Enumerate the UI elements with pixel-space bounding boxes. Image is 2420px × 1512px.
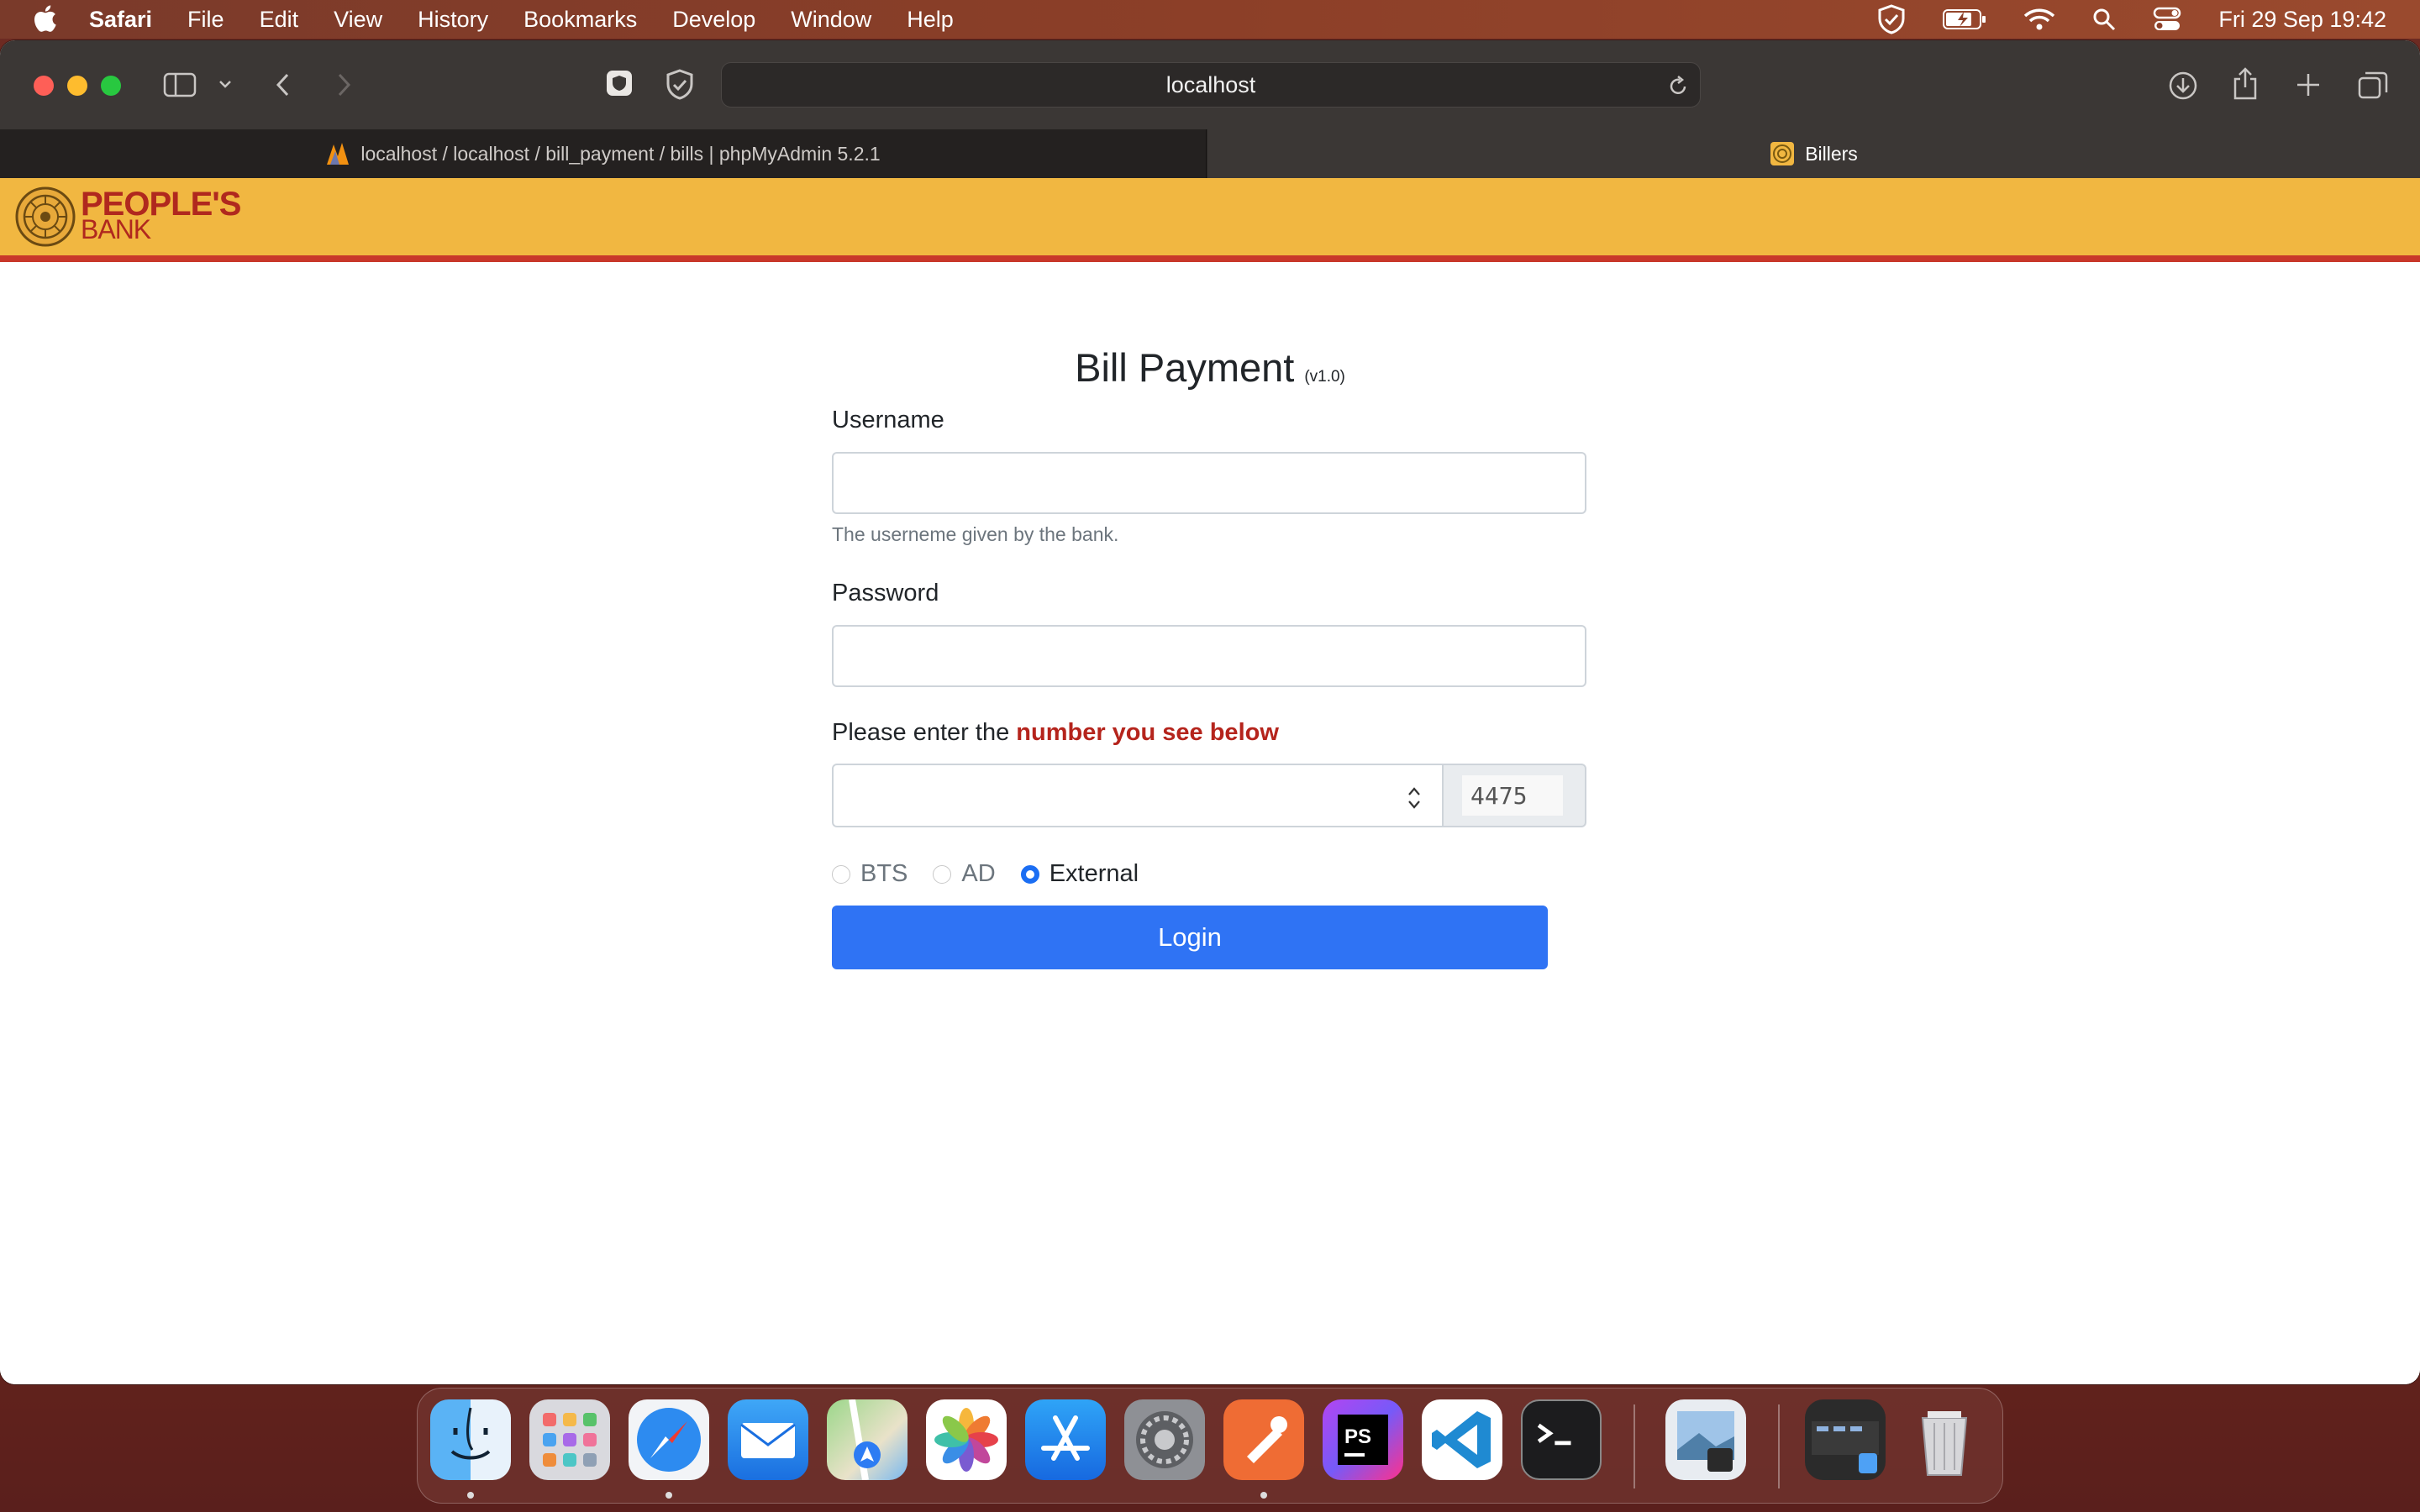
menu-develop[interactable]: Develop <box>672 0 755 39</box>
menu-history[interactable]: History <box>418 0 488 39</box>
radio-external[interactable] <box>1020 864 1039 884</box>
bank-seal-icon <box>15 186 76 247</box>
share-icon[interactable] <box>2232 67 2259 101</box>
maps-icon[interactable] <box>827 1399 908 1480</box>
username-label: Username <box>832 407 944 433</box>
page-title: Bill Payment (v1.0) <box>832 344 1588 391</box>
screenshot-folder-icon[interactable] <box>1805 1399 1886 1480</box>
shield-check-icon[interactable] <box>666 69 694 101</box>
address-bar[interactable]: localhost <box>721 62 1701 108</box>
phpstorm-icon[interactable]: PS <box>1323 1399 1403 1480</box>
radio-external-label[interactable]: External <box>1050 860 1139 888</box>
app-store-icon[interactable] <box>1025 1399 1106 1480</box>
battery-icon[interactable] <box>1943 8 1986 30</box>
system-settings-icon[interactable] <box>1124 1399 1205 1480</box>
title-text: Bill Payment <box>1075 345 1295 390</box>
username-help-text: The userneme given by the bank. <box>832 523 1119 545</box>
login-type-radio-group: BTS AD External <box>832 860 1164 888</box>
chevron-down-icon[interactable] <box>218 79 232 89</box>
vscode-icon[interactable] <box>1422 1399 1502 1480</box>
photos-icon[interactable] <box>926 1399 1007 1480</box>
trash-icon[interactable] <box>1904 1399 1985 1480</box>
tab-overview-icon[interactable] <box>2358 71 2388 99</box>
search-icon[interactable] <box>2092 8 2116 31</box>
new-tab-icon[interactable] <box>2296 72 2321 97</box>
version-text: (v1.0) <box>1304 368 1345 386</box>
captcha-input[interactable] <box>832 764 1444 827</box>
captcha-label-prefix: Please enter the <box>832 719 1017 746</box>
finder-icon[interactable] <box>430 1399 511 1480</box>
maximize-window-button[interactable] <box>101 76 121 96</box>
password-input[interactable] <box>832 625 1586 687</box>
menu-help[interactable]: Help <box>907 0 954 39</box>
preview-icon[interactable] <box>1665 1399 1746 1480</box>
forward-icon[interactable] <box>334 72 353 97</box>
downloads-icon[interactable] <box>2168 71 2198 101</box>
phpmyadmin-favicon-icon <box>327 143 350 165</box>
menu-window[interactable]: Window <box>791 0 871 39</box>
apple-icon[interactable] <box>32 4 57 33</box>
mail-icon[interactable] <box>728 1399 808 1480</box>
dock-separator <box>1778 1404 1780 1488</box>
tab-phpmyadmin[interactable]: localhost / localhost / bill_payment / b… <box>0 129 1207 178</box>
web-page: PEOPLE'S BANK Bill Payment (v1.0) Usernam… <box>0 178 2420 1384</box>
bank-header: PEOPLE'S BANK <box>0 178 2420 262</box>
captcha-label-emphasis: number you see below <box>1016 719 1279 746</box>
dock-separator <box>1634 1404 1635 1488</box>
control-center-icon[interactable] <box>2153 7 2181 32</box>
tab-billers[interactable]: Billers <box>1207 129 2420 178</box>
radio-bts-label[interactable]: BTS <box>860 860 908 888</box>
menu-file[interactable]: File <box>187 0 224 39</box>
radio-bts[interactable] <box>832 864 850 884</box>
username-input[interactable] <box>832 452 1586 514</box>
close-window-button[interactable] <box>34 76 54 96</box>
login-button[interactable]: Login <box>832 906 1548 969</box>
minimize-window-button[interactable] <box>67 76 87 96</box>
number-stepper-icon[interactable] <box>1405 784 1423 812</box>
reload-icon[interactable] <box>1668 75 1688 97</box>
back-icon[interactable] <box>274 72 292 97</box>
postman-icon[interactable] <box>1223 1399 1304 1480</box>
tab-title: localhost / localhost / bill_payment / b… <box>360 142 881 165</box>
menu-view[interactable]: View <box>334 0 382 39</box>
password-label: Password <box>832 580 939 606</box>
radio-ad[interactable] <box>933 864 952 884</box>
browser-toolbar: localhost <box>0 40 2420 129</box>
sidebar-toggle-icon[interactable] <box>163 72 197 97</box>
tab-title: Billers <box>1805 142 1858 165</box>
terminal-icon[interactable] <box>1521 1399 1602 1480</box>
menu-clock[interactable]: Fri 29 Sep 19:42 <box>2218 7 2386 33</box>
menu-app-name[interactable]: Safari <box>89 0 152 39</box>
menu-bookmarks[interactable]: Bookmarks <box>523 0 637 39</box>
launchpad-icon[interactable] <box>529 1399 610 1480</box>
peoples-bank-favicon-icon <box>1770 142 1795 165</box>
logo-line-1: PEOPLE'S <box>81 186 241 223</box>
shield-check-icon[interactable] <box>1877 4 1906 34</box>
svg-text:PS: PS <box>1344 1425 1371 1448</box>
wifi-icon[interactable] <box>2023 8 2055 31</box>
captcha-image-box: 4475 <box>1442 764 1586 827</box>
safari-icon[interactable] <box>629 1399 709 1480</box>
captcha-label: Please enter the number you see below <box>832 719 1279 747</box>
menu-bar: Safari File Edit View History Bookmarks … <box>0 0 2420 39</box>
safari-window: localhost localhost / localhost / bill_p… <box>0 40 2420 1384</box>
radio-ad-label[interactable]: AD <box>961 860 995 888</box>
address-text: localhost <box>1165 71 1256 97</box>
captcha-number: 4475 <box>1462 775 1563 816</box>
privacy-report-icon[interactable] <box>605 69 634 97</box>
peoples-bank-logo[interactable]: PEOPLE'S BANK <box>15 185 241 249</box>
menu-edit[interactable]: Edit <box>260 0 299 39</box>
